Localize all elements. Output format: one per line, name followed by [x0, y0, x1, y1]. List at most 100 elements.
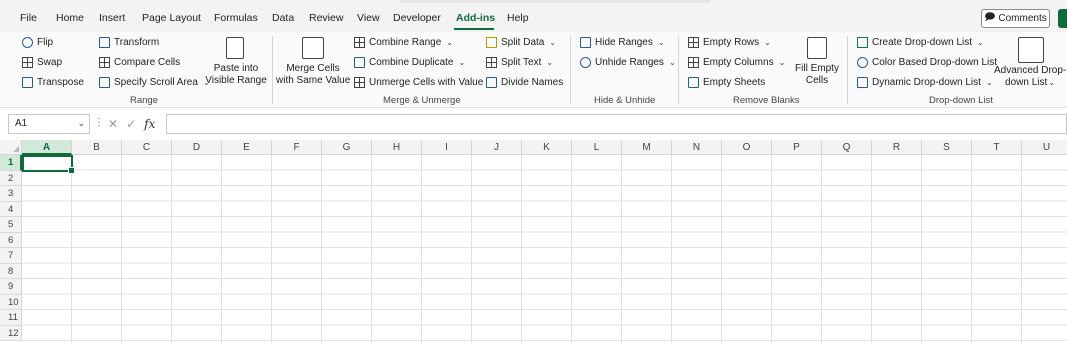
- color-dropdown-button[interactable]: Color Based Drop-down List: [857, 57, 997, 68]
- menu-review[interactable]: Review: [309, 12, 343, 24]
- paste-visible-button[interactable]: Paste into Visible Range: [205, 63, 267, 87]
- column-header-q[interactable]: Q: [822, 140, 872, 155]
- column-header-u[interactable]: U: [1022, 140, 1067, 155]
- swap-button[interactable]: Swap: [22, 57, 62, 68]
- column-header-b[interactable]: B: [72, 140, 122, 155]
- name-box[interactable]: A1 ⌄: [8, 114, 90, 134]
- active-cell[interactable]: [22, 155, 75, 174]
- row-header-6[interactable]: 6: [0, 232, 22, 248]
- column-header-h[interactable]: H: [372, 140, 422, 155]
- row-header-12[interactable]: 12: [0, 325, 22, 341]
- transform-icon: [99, 37, 110, 48]
- column-header-s[interactable]: S: [922, 140, 972, 155]
- empty-columns-button[interactable]: Empty Columns ⌄: [688, 57, 785, 68]
- row-header-2[interactable]: 2: [0, 170, 22, 186]
- row-header-1[interactable]: 1: [0, 155, 22, 171]
- menu-developer[interactable]: Developer: [393, 12, 441, 24]
- cancel-icon[interactable]: ✕: [108, 117, 118, 131]
- transform-label: Transform: [114, 37, 160, 48]
- hide-ranges-icon: [580, 37, 591, 48]
- chevron-down-icon: ⌄: [446, 38, 453, 47]
- row-header-11[interactable]: 11: [0, 310, 22, 326]
- combine-range-button[interactable]: Combine Range ⌄: [354, 37, 453, 48]
- row-header-3[interactable]: 3: [0, 186, 22, 202]
- unhide-ranges-button[interactable]: Unhide Ranges ⌄: [580, 57, 676, 68]
- empty-sheets-button[interactable]: Empty Sheets: [688, 77, 765, 88]
- split-text-button[interactable]: Split Text ⌄: [486, 57, 553, 68]
- menu-help[interactable]: Help: [507, 12, 529, 24]
- menu-data[interactable]: Data: [272, 12, 294, 24]
- share-button[interactable]: [1058, 9, 1067, 28]
- menu-insert[interactable]: Insert: [99, 12, 125, 24]
- compare-cells-button[interactable]: Compare Cells: [99, 57, 180, 68]
- column-header-i[interactable]: I: [422, 140, 472, 155]
- divide-names-button[interactable]: Divide Names: [486, 77, 563, 88]
- comments-button[interactable]: 🗩 Comments: [981, 9, 1050, 28]
- column-header-f[interactable]: F: [272, 140, 322, 155]
- combine-duplicate-button[interactable]: Combine Duplicate ⌄: [354, 57, 465, 68]
- column-header-k[interactable]: K: [522, 140, 572, 155]
- combine-duplicate-icon: [354, 57, 365, 68]
- column-header-c[interactable]: C: [122, 140, 172, 155]
- split-data-icon: [486, 37, 497, 48]
- menu-file[interactable]: File: [20, 12, 37, 24]
- menu-view[interactable]: View: [357, 12, 380, 24]
- comments-label: Comments: [998, 13, 1047, 24]
- row-header-9[interactable]: 9: [0, 279, 22, 295]
- empty-columns-label: Empty Columns: [703, 57, 774, 68]
- flip-label: Flip: [37, 37, 54, 48]
- create-dropdown-button[interactable]: Create Drop-down List ⌄: [857, 37, 984, 48]
- transpose-button[interactable]: Transpose: [22, 77, 84, 88]
- unmerge-label: Unmerge Cells with Value: [369, 77, 484, 88]
- column-header-o[interactable]: O: [722, 140, 772, 155]
- row-header-7[interactable]: 7: [0, 248, 22, 264]
- color-fill-icon: [857, 57, 868, 68]
- split-data-button[interactable]: Split Data ⌄: [486, 37, 556, 48]
- advanced-dropdown-icon[interactable]: [1018, 37, 1044, 63]
- column-header-m[interactable]: M: [622, 140, 672, 155]
- empty-rows-button[interactable]: Empty Rows ⌄: [688, 37, 771, 48]
- flip-button[interactable]: Flip: [22, 37, 53, 48]
- column-header-d[interactable]: D: [172, 140, 222, 155]
- merge-cells-icon[interactable]: [302, 37, 324, 59]
- check-icon[interactable]: ✓: [126, 117, 136, 131]
- transform-button[interactable]: Transform: [99, 37, 159, 48]
- column-header-e[interactable]: E: [222, 140, 272, 155]
- row-header-8[interactable]: 8: [0, 263, 22, 279]
- row-header-10[interactable]: 10: [0, 294, 22, 310]
- column-header-a[interactable]: A: [22, 140, 72, 155]
- menu-page-layout[interactable]: Page Layout: [142, 12, 201, 24]
- advanced-dropdown-button[interactable]: Advanced Drop-down List⌄: [994, 65, 1066, 89]
- menu-add-ins[interactable]: Add-ins: [456, 12, 495, 24]
- column-header-g[interactable]: G: [322, 140, 372, 155]
- create-dropdown-icon: [857, 37, 868, 48]
- column-header-p[interactable]: P: [772, 140, 822, 155]
- paste-visible-icon[interactable]: [226, 37, 244, 59]
- group-merge-label: Merge & Unmerge: [383, 95, 461, 106]
- cell-area[interactable]: [22, 155, 1067, 343]
- column-header-r[interactable]: R: [872, 140, 922, 155]
- swap-icon: [22, 57, 33, 68]
- column-header-j[interactable]: J: [472, 140, 522, 155]
- fill-empty-cells-icon[interactable]: [807, 37, 827, 59]
- insert-function-icon[interactable]: fx: [144, 117, 155, 131]
- chevron-down-icon[interactable]: ⌄: [77, 118, 85, 129]
- column-header-l[interactable]: L: [572, 140, 622, 155]
- dynamic-dropdown-button[interactable]: Dynamic Drop-down List ⌄: [857, 77, 993, 88]
- scroll-area-button[interactable]: Specify Scroll Area ⌄: [99, 77, 210, 88]
- row-header-5[interactable]: 5: [0, 217, 22, 233]
- select-all-button[interactable]: [0, 140, 22, 155]
- merge-same-value-button[interactable]: Merge Cells with Same Value: [276, 63, 350, 87]
- menu-home[interactable]: Home: [56, 12, 84, 24]
- column-header-t[interactable]: T: [972, 140, 1022, 155]
- chevron-down-icon: ⌄: [657, 38, 665, 47]
- unmerge-button[interactable]: Unmerge Cells with Value: [354, 77, 483, 88]
- paste-visible-line2: Visible Range: [205, 75, 267, 86]
- formula-input[interactable]: [166, 114, 1067, 134]
- menu-formulas[interactable]: Formulas: [214, 12, 258, 24]
- hide-ranges-button[interactable]: Hide Ranges ⌄: [580, 37, 665, 48]
- column-header-n[interactable]: N: [672, 140, 722, 155]
- row-header-4[interactable]: 4: [0, 201, 22, 217]
- split-text-icon: [486, 57, 497, 68]
- fill-empty-cells-button[interactable]: Fill Empty Cells: [792, 63, 842, 87]
